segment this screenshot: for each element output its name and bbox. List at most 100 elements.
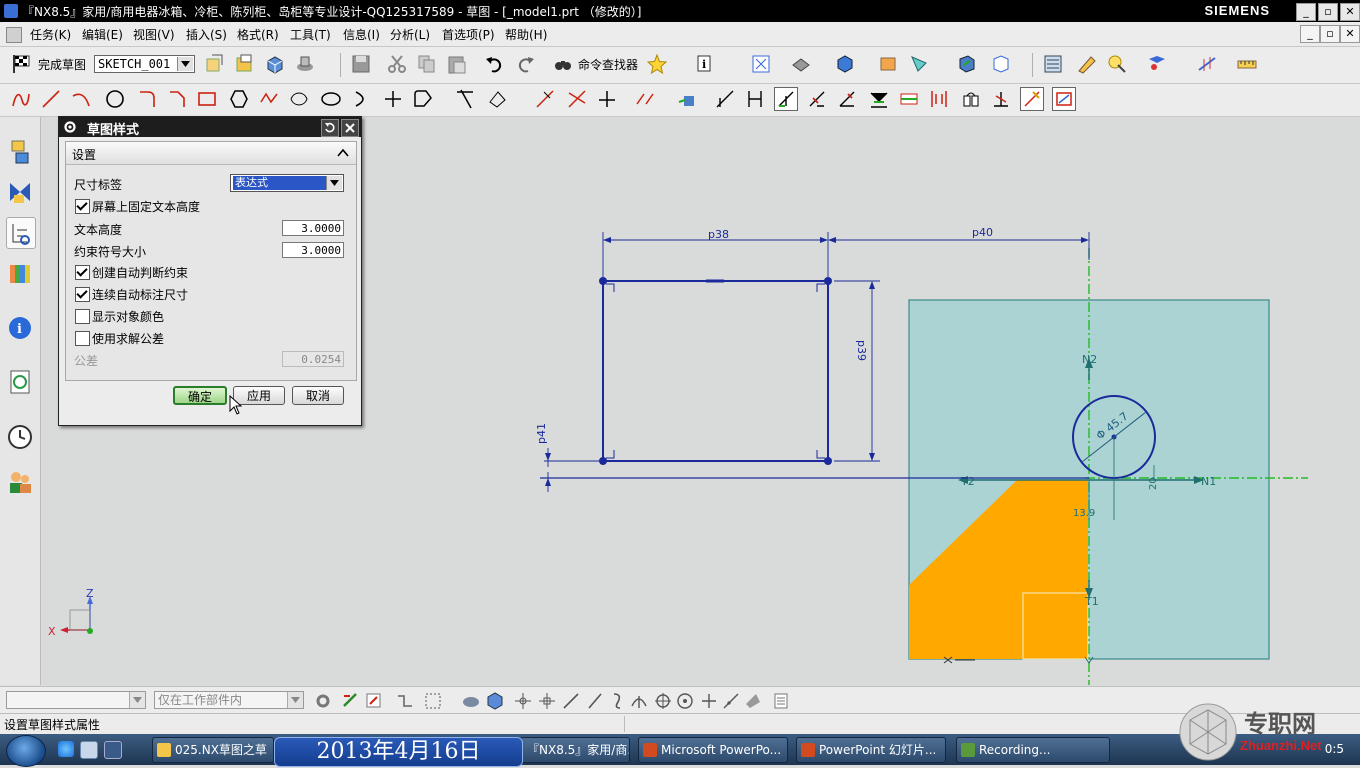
solid-body-icon[interactable] <box>460 690 482 712</box>
measure-icon[interactable] <box>1236 53 1258 75</box>
save-icon[interactable] <box>350 53 372 75</box>
show-constraints-icon[interactable] <box>836 88 858 110</box>
sketch-name-select[interactable]: SKETCH_001 <box>94 55 195 73</box>
reattach-icon[interactable] <box>234 53 256 75</box>
convert-reference-icon[interactable] <box>990 88 1012 110</box>
profile-icon[interactable] <box>10 88 32 110</box>
make-corner-icon[interactable] <box>486 88 508 110</box>
quick-trim-icon[interactable] <box>454 88 476 110</box>
history-palette-tab-icon[interactable] <box>6 367 34 397</box>
text-height-input[interactable]: 3.0000 <box>282 220 344 236</box>
menu-preferences[interactable]: 首选项(P) <box>442 26 495 43</box>
star-icon[interactable] <box>646 53 668 75</box>
info-icon[interactable]: i <box>694 53 716 75</box>
constraints-icon[interactable] <box>774 87 798 111</box>
cube-select-icon[interactable] <box>484 690 506 712</box>
taskbar-item-folder[interactable]: 025.NX草图之草 <box>152 737 274 763</box>
cut-icon[interactable] <box>386 53 408 75</box>
close-window-button[interactable]: ✕ <box>1340 3 1360 21</box>
type-filter-select[interactable] <box>6 691 146 709</box>
menu-analysis[interactable]: 分析(L) <box>390 26 430 43</box>
cancel-button[interactable]: 取消 <box>292 386 344 405</box>
doc-restore-button[interactable]: ▫ <box>1320 25 1340 43</box>
model-view-icon[interactable] <box>264 53 286 75</box>
offset-curve-icon[interactable] <box>412 88 434 110</box>
menu-tools[interactable]: 工具(T) <box>290 26 331 43</box>
roles-tab-icon[interactable] <box>6 467 34 497</box>
finish-sketch-label[interactable]: 完成草图 <box>38 56 86 73</box>
explorer-icon[interactable] <box>80 741 98 759</box>
orient-view-icon[interactable] <box>204 53 226 75</box>
snap-existing-point-icon[interactable] <box>698 690 720 712</box>
snap-center-icon[interactable] <box>652 690 674 712</box>
shaded-cube-icon[interactable] <box>834 53 856 75</box>
snap-line-icon[interactable] <box>560 690 582 712</box>
line-icon[interactable] <box>40 88 62 110</box>
create-inferred-constraints-icon[interactable] <box>1052 87 1076 111</box>
inferred-dim-icon[interactable] <box>714 88 736 110</box>
snap-point-icon[interactable] <box>1196 53 1218 75</box>
command-finder-label[interactable]: 命令查找器 <box>578 56 638 73</box>
orient-icon[interactable] <box>990 53 1012 75</box>
snap-mid-point-icon[interactable] <box>536 690 558 712</box>
auto-infer-constraints-checkbox[interactable] <box>75 265 90 280</box>
taskbar-item-powerpoint[interactable]: Microsoft PowerPo... <box>638 737 788 763</box>
dim-label-select[interactable]: 表达式 <box>230 174 344 192</box>
taskbar-item-slideshow[interactable]: PowerPoint 幻灯片... <box>796 737 946 763</box>
follow-intent-icon[interactable] <box>394 690 416 712</box>
close-icon[interactable] <box>341 119 359 137</box>
constraint-symbol-size-input[interactable]: 3.0000 <box>282 242 344 258</box>
reuse-library-tab-icon[interactable] <box>6 259 34 289</box>
constraint-navigator-tab-icon[interactable] <box>6 177 34 207</box>
chamfer-icon[interactable] <box>166 88 188 110</box>
windows-start-icon[interactable] <box>6 735 46 767</box>
ie-browser-icon[interactable] <box>58 741 74 757</box>
continuous-auto-dim-checkbox[interactable] <box>75 287 90 302</box>
rectangle-icon[interactable] <box>196 88 218 110</box>
settings-group-header[interactable]: 设置 <box>66 142 356 165</box>
gear-icon[interactable] <box>63 120 77 134</box>
layer-icon[interactable] <box>878 53 900 75</box>
render-style-icon[interactable] <box>790 53 812 75</box>
intersect-icon[interactable] <box>566 88 588 110</box>
binoculars-icon[interactable] <box>552 53 574 75</box>
restore-window-button[interactable]: ▫ <box>1318 3 1338 21</box>
snap-quadrant-icon[interactable] <box>674 690 696 712</box>
chevron-up-icon[interactable] <box>336 146 350 160</box>
polygon-icon[interactable] <box>228 88 250 110</box>
fillet-icon[interactable] <box>136 88 158 110</box>
conic-icon[interactable] <box>352 88 374 110</box>
part-navigator-tab-icon[interactable] <box>6 217 36 249</box>
minimize-window-button[interactable]: _ <box>1296 3 1316 21</box>
studio-spline-icon[interactable] <box>258 88 280 110</box>
selection-scope-select[interactable]: 仅在工作部件内 <box>154 691 304 709</box>
project-curve-icon[interactable] <box>676 88 698 110</box>
snap-on-face-icon[interactable] <box>742 690 764 712</box>
menu-edit[interactable]: 编辑(E) <box>82 26 123 43</box>
web-browser-tab-icon[interactable]: i <box>6 313 34 343</box>
history-tab-icon[interactable] <box>6 422 34 452</box>
derived-line-icon[interactable] <box>596 88 618 110</box>
finish-sketch-flag-icon[interactable] <box>10 53 32 75</box>
solver-tolerance-checkbox[interactable] <box>75 331 90 346</box>
horizontal-dim-icon[interactable] <box>744 88 766 110</box>
arc-icon[interactable] <box>70 88 92 110</box>
menu-view[interactable]: 视图(V) <box>133 26 175 43</box>
menu-task[interactable]: 任务(K) <box>30 26 71 43</box>
box-select-icon[interactable] <box>422 690 444 712</box>
ellipse-icon[interactable] <box>320 88 342 110</box>
fixed-text-height-checkbox[interactable] <box>75 199 90 214</box>
snap-arc-icon[interactable] <box>606 690 628 712</box>
hint-icon[interactable] <box>1106 53 1128 75</box>
snap-list-icon[interactable] <box>770 690 792 712</box>
show-desktop-icon[interactable] <box>104 741 122 759</box>
show-remove-constraints-icon[interactable] <box>898 88 920 110</box>
undo-icon[interactable] <box>484 53 506 75</box>
doc-close-button[interactable]: ✕ <box>1340 25 1360 43</box>
snap-view-icon[interactable] <box>956 53 978 75</box>
menu-help[interactable]: 帮助(H) <box>505 26 547 43</box>
menu-info[interactable]: 信息(I) <box>343 26 380 43</box>
point-icon[interactable] <box>382 88 404 110</box>
show-object-color-checkbox[interactable] <box>75 309 90 324</box>
snap-arrow-icon[interactable] <box>340 690 362 712</box>
